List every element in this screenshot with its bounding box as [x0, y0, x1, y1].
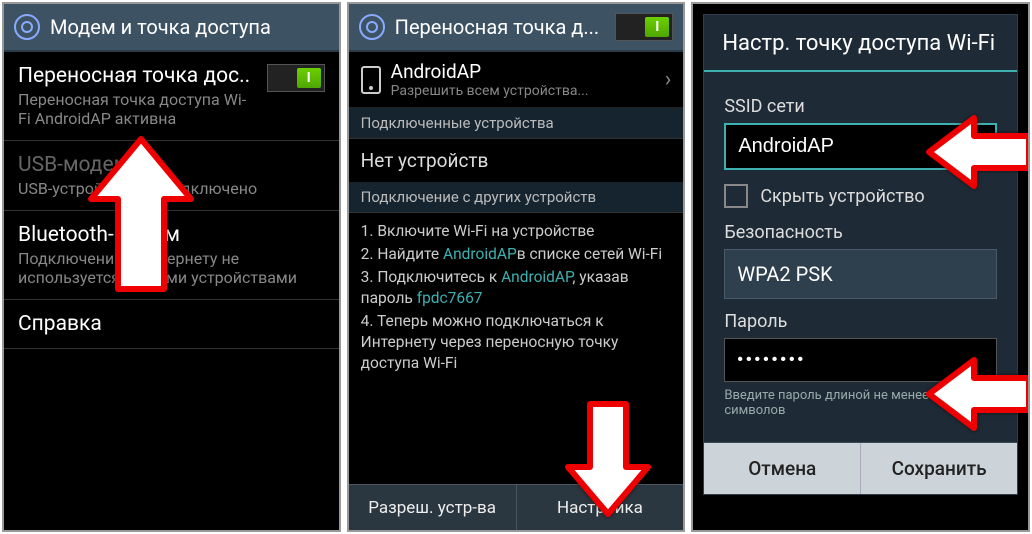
annotation-arrow-up-icon	[86, 134, 196, 294]
cancel-button[interactable]: Отмена	[704, 443, 861, 494]
dialog-title: Настр. точку доступа Wi-Fi	[704, 15, 1017, 72]
instructions: 1. Включите Wi-Fi на устройстве 2. Найди…	[349, 213, 684, 373]
help-title: Справка	[18, 312, 102, 336]
header: Переносная точка д...	[349, 4, 684, 52]
chevron-right-icon: ›	[665, 67, 672, 92]
hotspot-subtitle: Переносная точка доступа Wi-Fi AndroidAP…	[18, 90, 257, 128]
hide-device-label: Скрыть устройство	[760, 186, 924, 207]
allowed-devices-button[interactable]: Разреш. устр-ва	[349, 485, 517, 530]
phone-icon	[361, 66, 381, 94]
hotspot-title: Переносная точка дос..	[18, 64, 257, 88]
page-title: Переносная точка д...	[395, 15, 606, 39]
save-button[interactable]: Сохранить	[861, 443, 1017, 494]
settings-icon[interactable]	[359, 14, 385, 40]
device-name: AndroidAP	[391, 60, 655, 83]
security-select[interactable]: WPA2 PSK	[724, 249, 997, 299]
hotspot-item[interactable]: Переносная точка дос.. Переносная точка …	[4, 52, 339, 141]
settings-icon[interactable]	[14, 14, 40, 40]
annotation-arrow-left-icon	[924, 354, 1030, 434]
security-label: Безопасность	[724, 222, 997, 243]
annotation-arrow-down-icon	[563, 399, 653, 519]
page-title: Модем и точка доступа	[50, 15, 329, 39]
hide-device-checkbox[interactable]	[724, 184, 748, 208]
no-devices-text: Нет устройств	[349, 139, 684, 182]
password-label: Пароль	[724, 311, 997, 332]
hotspot-toggle[interactable]	[267, 64, 325, 92]
help-item[interactable]: Справка	[4, 300, 339, 349]
device-row[interactable]: AndroidAP Разрешить всем устройства... ›	[349, 52, 684, 108]
header: Модем и точка доступа	[4, 4, 339, 52]
section-connected: Подключенные устройства	[349, 108, 684, 139]
hotspot-toggle[interactable]	[615, 13, 673, 41]
section-howto: Подключение с других устройств	[349, 182, 684, 213]
device-sub: Разрешить всем устройства...	[391, 83, 655, 99]
annotation-arrow-left-icon	[924, 112, 1030, 192]
